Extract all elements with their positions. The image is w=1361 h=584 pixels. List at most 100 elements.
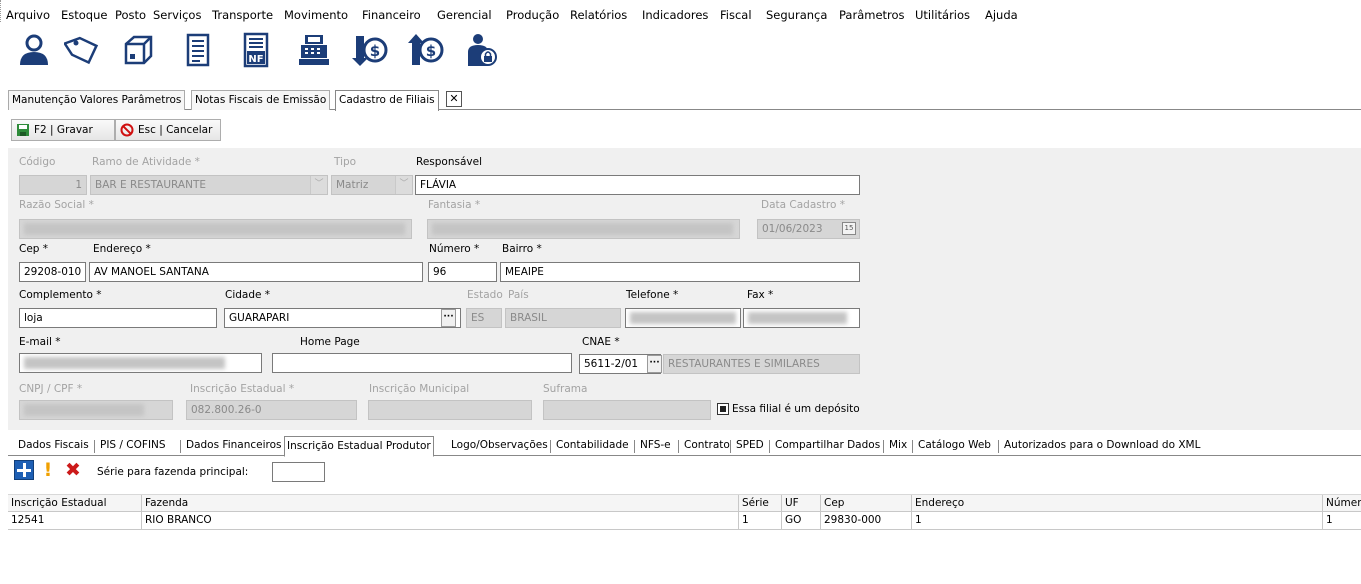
tab-separator xyxy=(678,440,679,453)
homepage-label: Home Page xyxy=(300,336,360,348)
col-inscricao-estadual[interactable]: Inscrição Estadual xyxy=(8,495,141,513)
user-icon[interactable] xyxy=(14,30,54,70)
tab-inscricao-estadual-produtor[interactable]: Inscrição Estadual Produtor xyxy=(284,436,434,457)
cash-register-icon[interactable] xyxy=(294,30,334,70)
email-input[interactable] xyxy=(19,353,262,373)
tab-dados-financeiros[interactable]: Dados Financeiros xyxy=(184,436,283,456)
responsavel-label: Responsável xyxy=(416,156,482,168)
tab-compartilhar-dados[interactable]: Compartilhar Dados xyxy=(773,436,882,456)
menu-relatorios[interactable]: Relatórios xyxy=(570,8,627,22)
menu-seguranca[interactable]: Segurança xyxy=(766,8,827,22)
svg-text:$: $ xyxy=(426,42,436,60)
document-icon[interactable] xyxy=(178,30,218,70)
im-field xyxy=(368,400,532,420)
tab-contrato[interactable]: Contrato xyxy=(682,436,732,456)
col-numero[interactable]: Númer xyxy=(1322,495,1361,513)
cidade-search-button[interactable]: ··· xyxy=(441,309,456,327)
tab-separator xyxy=(883,440,884,453)
cancel-button[interactable]: Esc | Cancelar xyxy=(115,119,221,141)
cnae-description: RESTAURANTES E SIMILARES xyxy=(663,354,860,374)
money-out-icon[interactable]: $ xyxy=(350,30,390,70)
calendar-icon[interactable]: 15 xyxy=(842,222,856,235)
serie-input[interactable] xyxy=(272,462,325,482)
col-cep[interactable]: Cep xyxy=(820,495,911,513)
tab-separator xyxy=(94,440,95,453)
menu-ajuda[interactable]: Ajuda xyxy=(985,8,1018,22)
fax-label: Fax * xyxy=(747,289,774,301)
cep-input[interactable]: 29208-010 xyxy=(19,262,86,282)
tab-contabilidade[interactable]: Contabilidade xyxy=(554,436,631,456)
delete-row-icon[interactable]: ✖ xyxy=(62,459,84,481)
menu-fiscal[interactable]: Fiscal xyxy=(720,8,752,22)
complemento-input[interactable]: loja xyxy=(19,308,217,328)
numero-label: Número * xyxy=(429,243,480,255)
nf-document-icon[interactable]: NF xyxy=(236,30,276,70)
tab-dados-fiscais[interactable]: Dados Fiscais xyxy=(16,436,91,456)
deposito-checkbox[interactable] xyxy=(717,403,729,415)
telefone-input[interactable] xyxy=(625,308,741,328)
bairro-input[interactable]: MEAIPE xyxy=(500,262,860,282)
menu-utilitarios[interactable]: Utilitários xyxy=(915,8,970,22)
col-uf[interactable]: UF xyxy=(781,495,820,513)
menu-servicos[interactable]: Serviços xyxy=(153,8,201,22)
tab-logo-observacoes[interactable]: Logo/Observações xyxy=(449,436,550,456)
table-row[interactable]: 12541 RIO BRANCO 1 GO 29830-000 1 1 xyxy=(8,512,1361,530)
cidade-label: Cidade * xyxy=(225,289,271,301)
data-cadastro-value: 01/06/2023 xyxy=(762,223,823,235)
box-icon[interactable] xyxy=(118,30,158,70)
tab-notas-fiscais[interactable]: Notas Fiscais de Emissão xyxy=(191,90,331,110)
tab-nfse[interactable]: NFS-e xyxy=(638,436,673,456)
menu-posto[interactable]: Posto xyxy=(115,8,146,22)
user-lock-icon[interactable] xyxy=(462,30,502,70)
menu-parametros[interactable]: Parâmetros xyxy=(839,8,905,22)
tab-cadastro-filiais[interactable]: Cadastro de Filiais xyxy=(335,90,439,111)
col-fazenda[interactable]: Fazenda xyxy=(141,495,738,513)
menu-transporte[interactable]: Transporte xyxy=(212,8,273,22)
cidade-input[interactable]: GUARAPARI xyxy=(224,308,461,328)
responsavel-input[interactable]: FLÁVIA xyxy=(415,175,860,195)
tipo-value: Matriz xyxy=(336,179,369,191)
add-row-icon[interactable] xyxy=(14,460,34,480)
document-tabs: Manutenção Valores Parâmetros Notas Fisc… xyxy=(8,90,1361,111)
menu-arquivo[interactable]: Arquivo xyxy=(6,8,50,22)
menu-indicadores[interactable]: Indicadores xyxy=(642,8,708,22)
menu-financeiro[interactable]: Financeiro xyxy=(362,8,421,22)
cnae-label: CNAE * xyxy=(582,336,620,348)
menu-movimento[interactable]: Movimento xyxy=(284,8,348,22)
numero-input[interactable]: 96 xyxy=(428,262,497,282)
tab-catalogo-web[interactable]: Catálogo Web xyxy=(916,436,993,456)
cnae-search-button[interactable]: ··· xyxy=(647,355,662,373)
chevron-down-icon: ﹀ xyxy=(395,176,412,194)
cell-endereco: 1 xyxy=(911,512,1322,530)
fantasia-label: Fantasia * xyxy=(428,199,481,211)
cancel-icon xyxy=(120,123,134,137)
homepage-input[interactable] xyxy=(272,353,572,373)
tab-autorizados-xml[interactable]: Autorizados para o Download do XML xyxy=(1002,436,1202,456)
endereco-label: Endereço * xyxy=(93,243,151,255)
tab-pis-cofins[interactable]: PIS / COFINS xyxy=(98,436,168,456)
tab-manutencao-valores[interactable]: Manutenção Valores Parâmetros xyxy=(8,90,186,110)
complemento-label: Complemento * xyxy=(19,289,102,301)
menu-gerencial[interactable]: Gerencial xyxy=(437,8,492,22)
detail-tabs: Dados Fiscais PIS / COFINS Dados Finance… xyxy=(8,436,1361,457)
tab-separator xyxy=(912,440,913,453)
data-cadastro-label: Data Cadastro * xyxy=(761,199,845,211)
endereco-input[interactable]: AV MANOEL SANTANA xyxy=(89,262,423,282)
fax-input[interactable] xyxy=(743,308,860,328)
tab-mix[interactable]: Mix xyxy=(887,436,909,456)
menu-estoque[interactable]: Estoque xyxy=(61,8,107,22)
col-serie[interactable]: Série xyxy=(738,495,781,513)
money-in-icon[interactable]: $ xyxy=(406,30,446,70)
ramo-value: BAR E RESTAURANTE xyxy=(95,179,207,191)
edit-row-icon[interactable]: ! xyxy=(41,459,55,481)
tag-icon[interactable] xyxy=(62,30,102,70)
tab-sped[interactable]: SPED xyxy=(734,436,766,456)
menu-bar: Arquivo Estoque Posto Serviços Transport… xyxy=(0,0,1361,22)
menu-producao[interactable]: Produção xyxy=(506,8,559,22)
close-tab-icon[interactable]: ✕ xyxy=(446,91,462,107)
col-endereco[interactable]: Endereço xyxy=(911,495,1322,513)
tab-separator xyxy=(998,440,999,453)
estado-field: ES xyxy=(466,308,502,328)
cell-fazenda: RIO BRANCO xyxy=(141,512,738,530)
save-button[interactable]: F2 | Gravar xyxy=(11,119,115,141)
